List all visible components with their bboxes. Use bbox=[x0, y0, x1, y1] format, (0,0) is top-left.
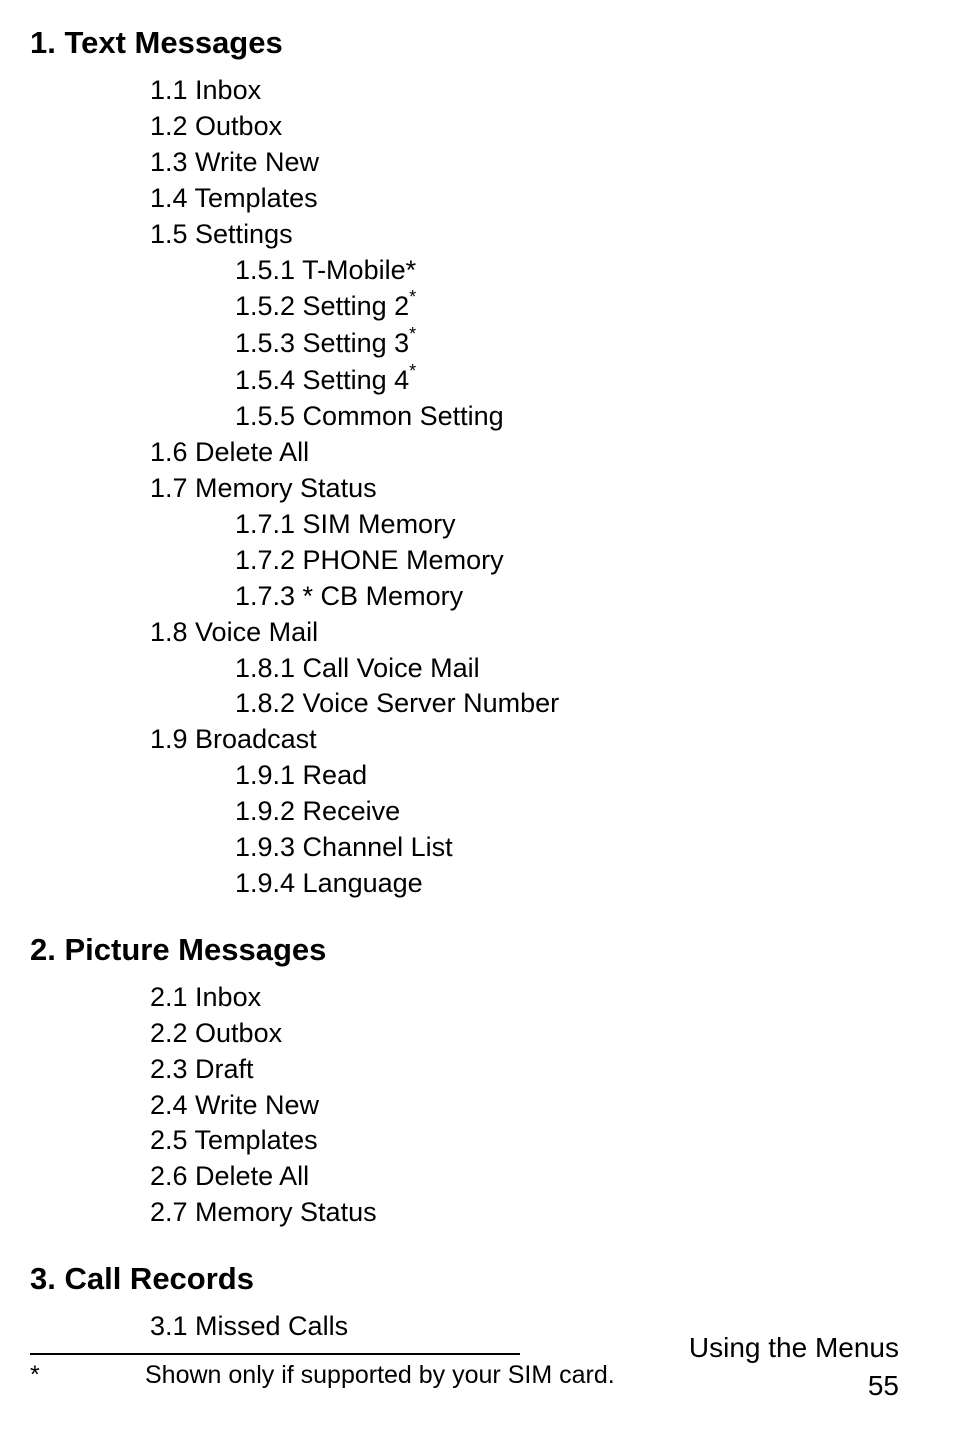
footnote-ref-icon: * bbox=[409, 361, 416, 381]
item-1-8-2: 1.8.2 Voice Server Number bbox=[235, 686, 899, 722]
item-1-5-4: 1.5.4 Setting 4* bbox=[235, 362, 899, 399]
page-footer: Using the Menus 55 bbox=[689, 1329, 899, 1405]
item-1-9-4: 1.9.4 Language bbox=[235, 866, 899, 902]
item-1-5-5: 1.5.5 Common Setting bbox=[235, 399, 899, 435]
item-1-2: 1.2 Outbox bbox=[150, 109, 899, 145]
item-1-1: 1.1 Inbox bbox=[150, 73, 899, 109]
item-1-8: 1.8 Voice Mail bbox=[150, 615, 899, 651]
footer-title: Using the Menus bbox=[689, 1329, 899, 1367]
item-2-7: 2.7 Memory Status bbox=[150, 1195, 899, 1231]
item-1-5: 1.5 Settings bbox=[150, 217, 899, 253]
item-1-9-1: 1.9.1 Read bbox=[235, 758, 899, 794]
item-1-3: 1.3 Write New bbox=[150, 145, 899, 181]
section-2-heading: 2. Picture Messages bbox=[30, 932, 899, 968]
item-1-9: 1.9 Broadcast bbox=[150, 722, 899, 758]
item-1-7: 1.7 Memory Status bbox=[150, 471, 899, 507]
footnote-ref-icon: * bbox=[409, 287, 416, 307]
section-1-heading: 1. Text Messages bbox=[30, 25, 899, 61]
item-1-9-2: 1.9.2 Receive bbox=[235, 794, 899, 830]
section-3-heading: 3. Call Records bbox=[30, 1261, 899, 1297]
item-1-7-3: 1.7.3 * CB Memory bbox=[235, 579, 899, 615]
item-2-6: 2.6 Delete All bbox=[150, 1159, 899, 1195]
item-1-5-3: 1.5.3 Setting 3* bbox=[235, 325, 899, 362]
item-2-3: 2.3 Draft bbox=[150, 1052, 899, 1088]
item-2-1: 2.1 Inbox bbox=[150, 980, 899, 1016]
item-1-5-1: 1.5.1 T-Mobile* bbox=[235, 253, 899, 289]
item-2-4: 2.4 Write New bbox=[150, 1088, 899, 1124]
item-2-5: 2.5 Templates bbox=[150, 1123, 899, 1159]
footnote-text: Shown only if supported by your SIM card… bbox=[145, 1361, 615, 1390]
footnote-ref-icon: * bbox=[409, 324, 416, 344]
item-1-8-1: 1.8.1 Call Voice Mail bbox=[235, 651, 899, 687]
footnote-mark: * bbox=[30, 1361, 145, 1390]
item-2-2: 2.2 Outbox bbox=[150, 1016, 899, 1052]
item-1-6: 1.6 Delete All bbox=[150, 435, 899, 471]
item-1-9-3: 1.9.3 Channel List bbox=[235, 830, 899, 866]
item-1-5-2: 1.5.2 Setting 2* bbox=[235, 288, 899, 325]
item-1-7-1: 1.7.1 SIM Memory bbox=[235, 507, 899, 543]
item-1-4: 1.4 Templates bbox=[150, 181, 899, 217]
page-number: 55 bbox=[689, 1367, 899, 1405]
footnote-divider bbox=[30, 1353, 520, 1355]
item-1-7-2: 1.7.2 PHONE Memory bbox=[235, 543, 899, 579]
